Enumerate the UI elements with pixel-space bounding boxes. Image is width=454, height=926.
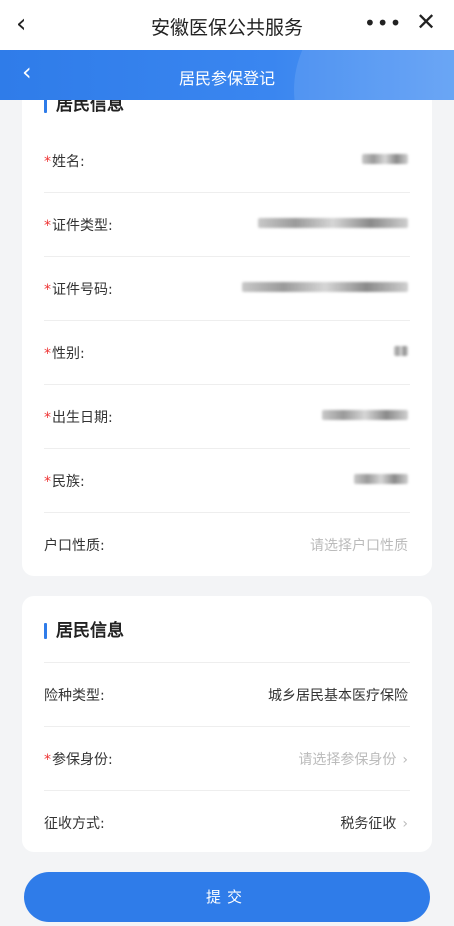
field-birth-date[interactable]: *出生日期: (22, 385, 432, 449)
field-household-type[interactable]: 户口性质: 请选择户口性质 (22, 513, 432, 576)
field-gender[interactable]: *性别: (22, 321, 432, 385)
required-mark: * (44, 410, 51, 426)
close-icon[interactable]: ✕ (416, 8, 436, 36)
page-title: 居民参保登记 (178, 69, 275, 88)
required-mark: * (44, 346, 51, 362)
field-value-blurred (394, 343, 408, 359)
section-title: 居民信息 (44, 620, 124, 642)
field-value-blurred (258, 215, 408, 231)
resident-info-card: 居民信息 *姓名: *证件类型: *证件号码: *性别: *出生日期: *民族:… (22, 100, 432, 576)
field-insurance-type: 险种类型: 城乡居民基本医疗保险 (22, 663, 432, 727)
submit-button[interactable]: 提交 (24, 872, 430, 922)
required-mark: * (44, 474, 51, 490)
insurance-info-card: 居民信息 险种类型: 城乡居民基本医疗保险 *参保身份: 请选择参保身份 › 征收… (22, 596, 432, 852)
chevron-right-icon: › (402, 816, 408, 832)
household-type-placeholder: 请选择户口性质 (310, 538, 408, 554)
page-header: ‹ 居民参保登记 (0, 50, 454, 100)
chevron-right-icon: › (402, 752, 408, 768)
required-mark: * (44, 218, 51, 234)
field-value-blurred (354, 471, 408, 487)
field-name[interactable]: *姓名: (22, 129, 432, 193)
more-icon[interactable]: ••• (364, 11, 402, 35)
required-mark: * (44, 154, 51, 170)
insurance-type-value: 城乡居民基本医疗保险 (268, 688, 408, 704)
field-insured-identity[interactable]: *参保身份: 请选择参保身份 › (22, 727, 432, 791)
field-collection-method[interactable]: 征收方式: 税务征收 › (22, 791, 432, 852)
collection-method-value: 税务征收 (340, 816, 397, 832)
field-ethnicity[interactable]: *民族: (22, 449, 432, 513)
insured-identity-placeholder: 请选择参保身份 (298, 752, 397, 768)
section-accent-bar (44, 100, 47, 113)
section-accent-bar (44, 623, 47, 639)
required-mark: * (44, 752, 51, 768)
field-value-blurred (242, 279, 408, 295)
app-top-bar: ‹ 安徽医保公共服务 ••• ✕ (0, 0, 454, 50)
field-value-blurred (362, 151, 408, 167)
field-id-number[interactable]: *证件号码: (22, 257, 432, 321)
field-id-type[interactable]: *证件类型: (22, 193, 432, 257)
section-title: 居民信息 (44, 100, 124, 116)
required-mark: * (44, 282, 51, 298)
field-value-blurred (322, 407, 408, 423)
